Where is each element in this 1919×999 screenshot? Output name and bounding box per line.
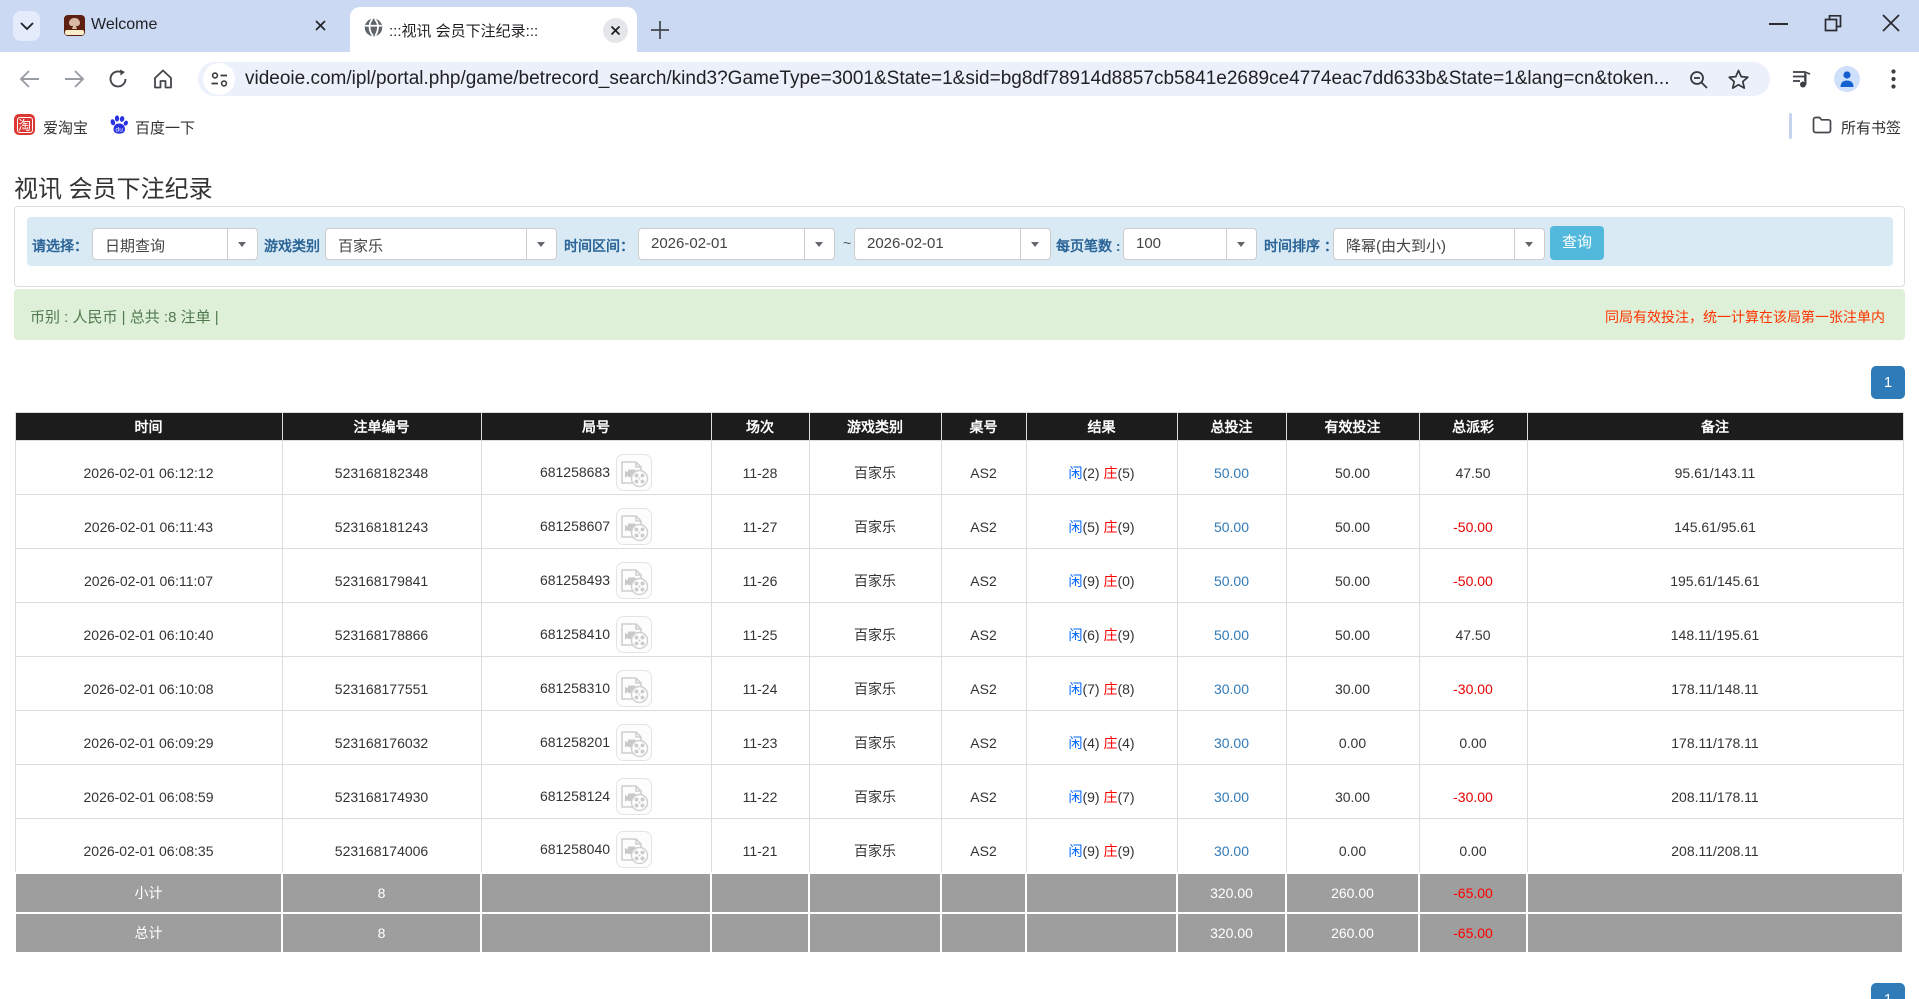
- svg-text:du: du: [116, 126, 124, 133]
